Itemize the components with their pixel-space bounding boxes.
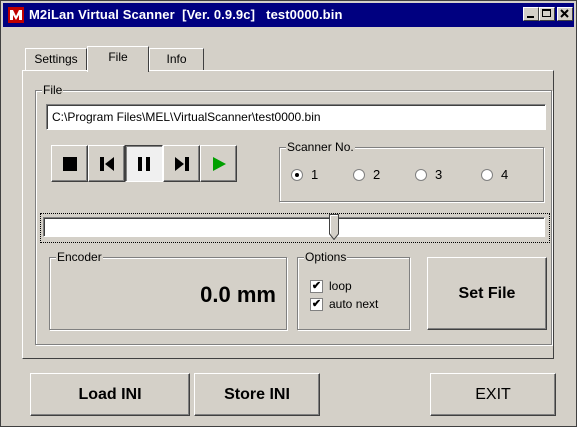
- skip-forward-icon: [174, 156, 189, 171]
- slider-thumb-icon: [329, 214, 339, 241]
- file-path-field[interactable]: C:\Program Files\MEL\VirtualScanner\test…: [46, 104, 546, 130]
- maximize-button[interactable]: [539, 7, 555, 21]
- loop-checkbox-label: loop: [329, 279, 352, 293]
- stop-button[interactable]: [51, 145, 88, 182]
- tab-file-label: File: [108, 50, 128, 64]
- slider-thumb[interactable]: [329, 214, 339, 241]
- scanner-radio-3-label: 3: [435, 167, 443, 182]
- encoder-group-label: Encoder: [56, 250, 103, 264]
- exit-button-label: EXIT: [475, 385, 511, 403]
- loop-checkbox[interactable]: ✔ loop: [310, 279, 352, 293]
- load-ini-button[interactable]: Load INI: [30, 373, 190, 416]
- slider-track: [43, 217, 545, 237]
- store-ini-button-label: Store INI: [224, 385, 290, 403]
- auto-next-checkbox[interactable]: ✔ auto next: [310, 297, 378, 311]
- app-icon: [8, 7, 24, 23]
- radio-icon: [353, 168, 365, 181]
- pause-button[interactable]: [125, 145, 163, 182]
- minimize-icon: [527, 16, 534, 18]
- maximize-icon: [542, 9, 551, 17]
- play-button[interactable]: [200, 145, 237, 182]
- store-ini-button[interactable]: Store INI: [194, 373, 320, 416]
- close-button[interactable]: [557, 7, 573, 21]
- scanner-radio-1-label: 1: [311, 167, 319, 182]
- tab-settings[interactable]: Settings: [25, 48, 87, 70]
- close-icon: [560, 9, 569, 18]
- window-title: M2iLan Virtual Scanner [Ver. 0.9.9c] tes…: [29, 7, 343, 22]
- radio-icon: [415, 168, 427, 181]
- app-window: M2iLan Virtual Scanner [Ver. 0.9.9c] tes…: [0, 0, 577, 427]
- tab-info[interactable]: Info: [149, 48, 204, 70]
- radio-selected-icon: [291, 168, 303, 181]
- file-group-label: File: [42, 83, 64, 97]
- minimize-button[interactable]: [523, 7, 539, 21]
- skip-back-icon: [99, 156, 114, 171]
- skip-forward-button[interactable]: [163, 145, 200, 182]
- options-group-label: Options: [304, 250, 348, 264]
- skip-back-button[interactable]: [88, 145, 125, 182]
- encoder-value: 0.0 mm: [200, 282, 276, 307]
- tab-info-label: Info: [166, 52, 187, 66]
- checkbox-checked-icon: ✔: [310, 297, 323, 311]
- checkbox-checked-icon: ✔: [310, 279, 323, 293]
- load-ini-button-label: Load INI: [78, 385, 142, 403]
- scanner-radio-4-label: 4: [501, 167, 509, 182]
- position-slider[interactable]: [40, 213, 550, 243]
- set-file-button[interactable]: Set File: [427, 257, 547, 330]
- title-bar[interactable]: M2iLan Virtual Scanner [Ver. 0.9.9c] tes…: [3, 3, 574, 27]
- auto-next-checkbox-label: auto next: [329, 297, 379, 311]
- file-path-value: C:\Program Files\MEL\VirtualScanner\test…: [52, 110, 321, 124]
- exit-button[interactable]: EXIT: [430, 373, 556, 416]
- scanner-radio-1[interactable]: 1: [291, 167, 318, 182]
- scanner-radio-4[interactable]: 4: [481, 167, 508, 182]
- scanner-radio-3[interactable]: 3: [415, 167, 442, 182]
- stop-icon: [62, 156, 77, 171]
- options-group: Options: [297, 250, 410, 330]
- pause-icon: [138, 156, 150, 171]
- tab-file[interactable]: File: [87, 46, 149, 72]
- set-file-button-label: Set File: [458, 284, 516, 302]
- tab-settings-label: Settings: [34, 52, 78, 66]
- scanner-radio-2-label: 2: [373, 167, 381, 182]
- play-icon: [212, 156, 226, 171]
- scanner-radio-2[interactable]: 2: [353, 167, 380, 182]
- radio-icon: [481, 168, 493, 181]
- scanner-group-label: Scanner No.: [286, 140, 355, 154]
